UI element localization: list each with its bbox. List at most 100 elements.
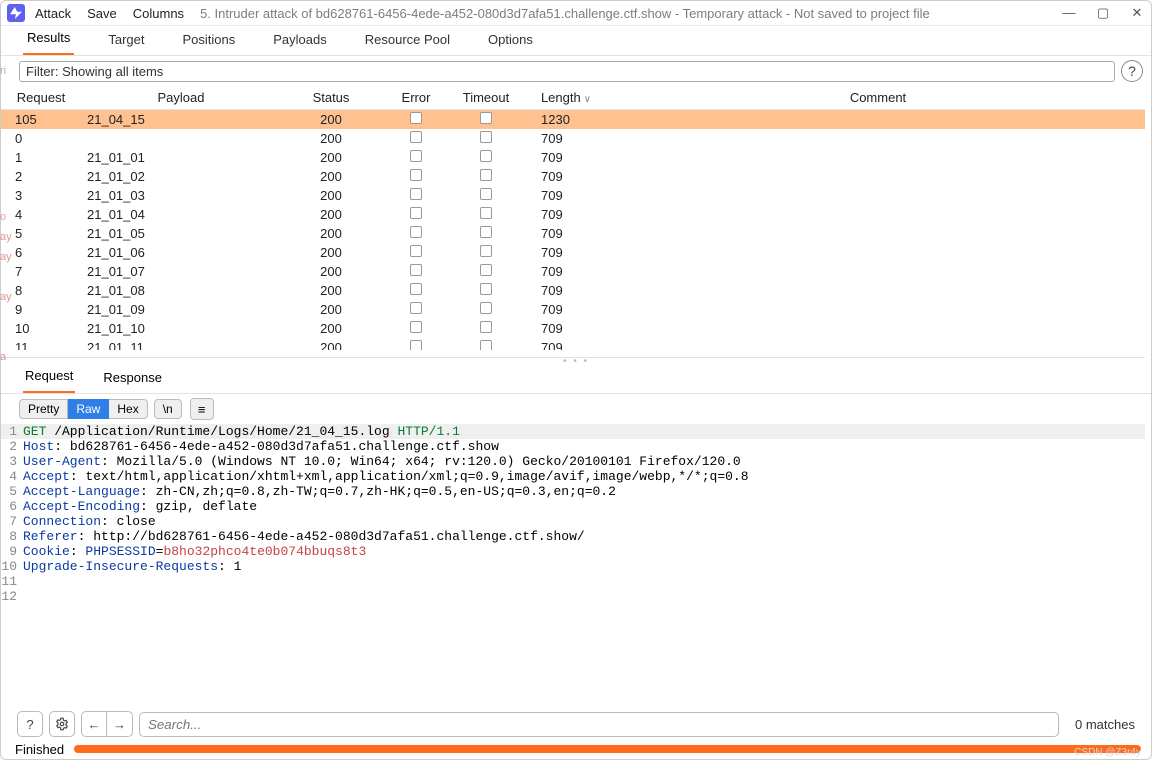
help-icon-small[interactable]: ? bbox=[17, 711, 43, 737]
error-checkbox[interactable] bbox=[410, 188, 422, 200]
view-mode-bar: Pretty Raw Hex \n ≡ bbox=[1, 394, 1151, 424]
timeout-checkbox[interactable] bbox=[480, 264, 492, 276]
column-header-request[interactable]: Request bbox=[1, 86, 81, 110]
main-tabs: Results Target Positions Payloads Resour… bbox=[1, 26, 1151, 56]
window-minimize-icon[interactable]: ― bbox=[1061, 5, 1077, 21]
timeout-checkbox[interactable] bbox=[480, 207, 492, 219]
timeout-checkbox[interactable] bbox=[480, 112, 492, 124]
error-checkbox[interactable] bbox=[410, 150, 422, 162]
raw-line: 7Connection: close bbox=[1, 514, 1145, 529]
table-row[interactable]: 0200709 bbox=[1, 129, 1145, 148]
tab-options[interactable]: Options bbox=[484, 28, 537, 55]
viewmode-raw[interactable]: Raw bbox=[68, 399, 109, 419]
viewmode-hex[interactable]: Hex bbox=[109, 399, 147, 419]
window-close-icon[interactable]: ✕ bbox=[1129, 5, 1145, 21]
table-row[interactable]: 10521_04_152001230 bbox=[1, 110, 1145, 129]
timeout-checkbox[interactable] bbox=[480, 302, 492, 314]
search-bar: ? ← → 0 matches bbox=[1, 707, 1151, 741]
window-maximize-icon[interactable]: ▢ bbox=[1095, 5, 1111, 21]
error-checkbox[interactable] bbox=[410, 131, 422, 143]
raw-line: 5Accept-Language: zh-CN,zh;q=0.8,zh-TW;q… bbox=[1, 484, 1145, 499]
gear-icon[interactable] bbox=[49, 711, 75, 737]
view-options-icon[interactable]: ≡ bbox=[190, 398, 214, 420]
app-icon bbox=[7, 4, 25, 22]
menu-save[interactable]: Save bbox=[87, 6, 117, 21]
column-header-error[interactable]: Error bbox=[381, 86, 451, 110]
raw-line: 2Host: bd628761-6456-4ede-a452-080d3d7af… bbox=[1, 439, 1145, 454]
column-header-payload[interactable]: Payload bbox=[81, 86, 281, 110]
column-header-length[interactable]: Length∨ bbox=[521, 86, 611, 110]
timeout-checkbox[interactable] bbox=[480, 188, 492, 200]
menu-attack[interactable]: Attack bbox=[35, 6, 71, 21]
prev-match-icon[interactable]: ← bbox=[81, 711, 107, 737]
timeout-checkbox[interactable] bbox=[480, 340, 492, 350]
timeout-checkbox[interactable] bbox=[480, 245, 492, 257]
status-text: Finished bbox=[15, 742, 64, 757]
menu-bar: Attack Save Columns bbox=[35, 6, 184, 21]
progress-bar bbox=[74, 745, 1141, 753]
raw-line: 1GET /Application/Runtime/Logs/Home/21_0… bbox=[1, 424, 1145, 439]
table-row[interactable]: 921_01_09200709 bbox=[1, 300, 1145, 319]
timeout-checkbox[interactable] bbox=[480, 131, 492, 143]
table-row[interactable]: 1021_01_10200709 bbox=[1, 319, 1145, 338]
viewmode-newline-toggle[interactable]: \n bbox=[154, 399, 182, 419]
subtab-request[interactable]: Request bbox=[23, 364, 75, 393]
tab-results[interactable]: Results bbox=[23, 26, 74, 55]
viewmode-pretty[interactable]: Pretty bbox=[19, 399, 68, 419]
tab-positions[interactable]: Positions bbox=[179, 28, 240, 55]
error-checkbox[interactable] bbox=[410, 321, 422, 333]
error-checkbox[interactable] bbox=[410, 283, 422, 295]
table-row[interactable]: 321_01_03200709 bbox=[1, 186, 1145, 205]
raw-request-viewer[interactable]: 1GET /Application/Runtime/Logs/Home/21_0… bbox=[1, 424, 1151, 707]
search-input[interactable] bbox=[148, 717, 1050, 732]
title-bar: Attack Save Columns 5. Intruder attack o… bbox=[1, 1, 1151, 25]
table-row[interactable]: 121_01_01200709 bbox=[1, 148, 1145, 167]
raw-line: 8Referer: http://bd628761-6456-4ede-a452… bbox=[1, 529, 1145, 544]
error-checkbox[interactable] bbox=[410, 207, 422, 219]
column-header-comment[interactable]: Comment bbox=[611, 86, 1145, 110]
help-icon[interactable]: ? bbox=[1121, 60, 1143, 82]
menu-columns[interactable]: Columns bbox=[133, 6, 184, 21]
raw-line: 11 bbox=[1, 574, 1145, 589]
table-row[interactable]: 721_01_07200709 bbox=[1, 262, 1145, 281]
raw-line: 3User-Agent: Mozilla/5.0 (Windows NT 10.… bbox=[1, 454, 1145, 469]
column-header-timeout[interactable]: Timeout bbox=[451, 86, 521, 110]
tab-resource-pool[interactable]: Resource Pool bbox=[361, 28, 454, 55]
error-checkbox[interactable] bbox=[410, 226, 422, 238]
table-row[interactable]: 521_01_05200709 bbox=[1, 224, 1145, 243]
results-table: Request Payload Status Error Timeout Len… bbox=[1, 86, 1145, 358]
error-checkbox[interactable] bbox=[410, 169, 422, 181]
table-row[interactable]: 421_01_04200709 bbox=[1, 205, 1145, 224]
table-row[interactable]: 221_01_02200709 bbox=[1, 167, 1145, 186]
timeout-checkbox[interactable] bbox=[480, 226, 492, 238]
status-bar: Finished bbox=[1, 741, 1151, 759]
table-row[interactable]: 1121_01_11200709 bbox=[1, 338, 1145, 350]
raw-line: 10Upgrade-Insecure-Requests: 1 bbox=[1, 559, 1145, 574]
timeout-checkbox[interactable] bbox=[480, 321, 492, 333]
column-header-status[interactable]: Status bbox=[281, 86, 381, 110]
error-checkbox[interactable] bbox=[410, 112, 422, 124]
timeout-checkbox[interactable] bbox=[480, 169, 492, 181]
error-checkbox[interactable] bbox=[410, 264, 422, 276]
window-title: 5. Intruder attack of bd628761-6456-4ede… bbox=[200, 6, 1051, 21]
table-row[interactable]: 621_01_06200709 bbox=[1, 243, 1145, 262]
timeout-checkbox[interactable] bbox=[480, 150, 492, 162]
error-checkbox[interactable] bbox=[410, 340, 422, 350]
timeout-checkbox[interactable] bbox=[480, 283, 492, 295]
sort-indicator-icon: ∨ bbox=[584, 94, 591, 105]
match-count: 0 matches bbox=[1065, 717, 1135, 732]
raw-line: 12 bbox=[1, 589, 1145, 604]
next-match-icon[interactable]: → bbox=[107, 711, 133, 737]
raw-line: 4Accept: text/html,application/xhtml+xml… bbox=[1, 469, 1145, 484]
raw-line: 9Cookie: PHPSESSID=b8ho32phco4te0b074bbu… bbox=[1, 544, 1145, 559]
filter-display[interactable]: Filter: Showing all items bbox=[19, 61, 1115, 82]
tab-target[interactable]: Target bbox=[104, 28, 148, 55]
search-input-wrap[interactable] bbox=[139, 712, 1059, 737]
detail-tabs: Request Response bbox=[1, 364, 1151, 394]
table-header-row: Request Payload Status Error Timeout Len… bbox=[1, 86, 1145, 110]
subtab-response[interactable]: Response bbox=[101, 366, 164, 393]
error-checkbox[interactable] bbox=[410, 302, 422, 314]
error-checkbox[interactable] bbox=[410, 245, 422, 257]
table-row[interactable]: 821_01_08200709 bbox=[1, 281, 1145, 300]
tab-payloads[interactable]: Payloads bbox=[269, 28, 330, 55]
